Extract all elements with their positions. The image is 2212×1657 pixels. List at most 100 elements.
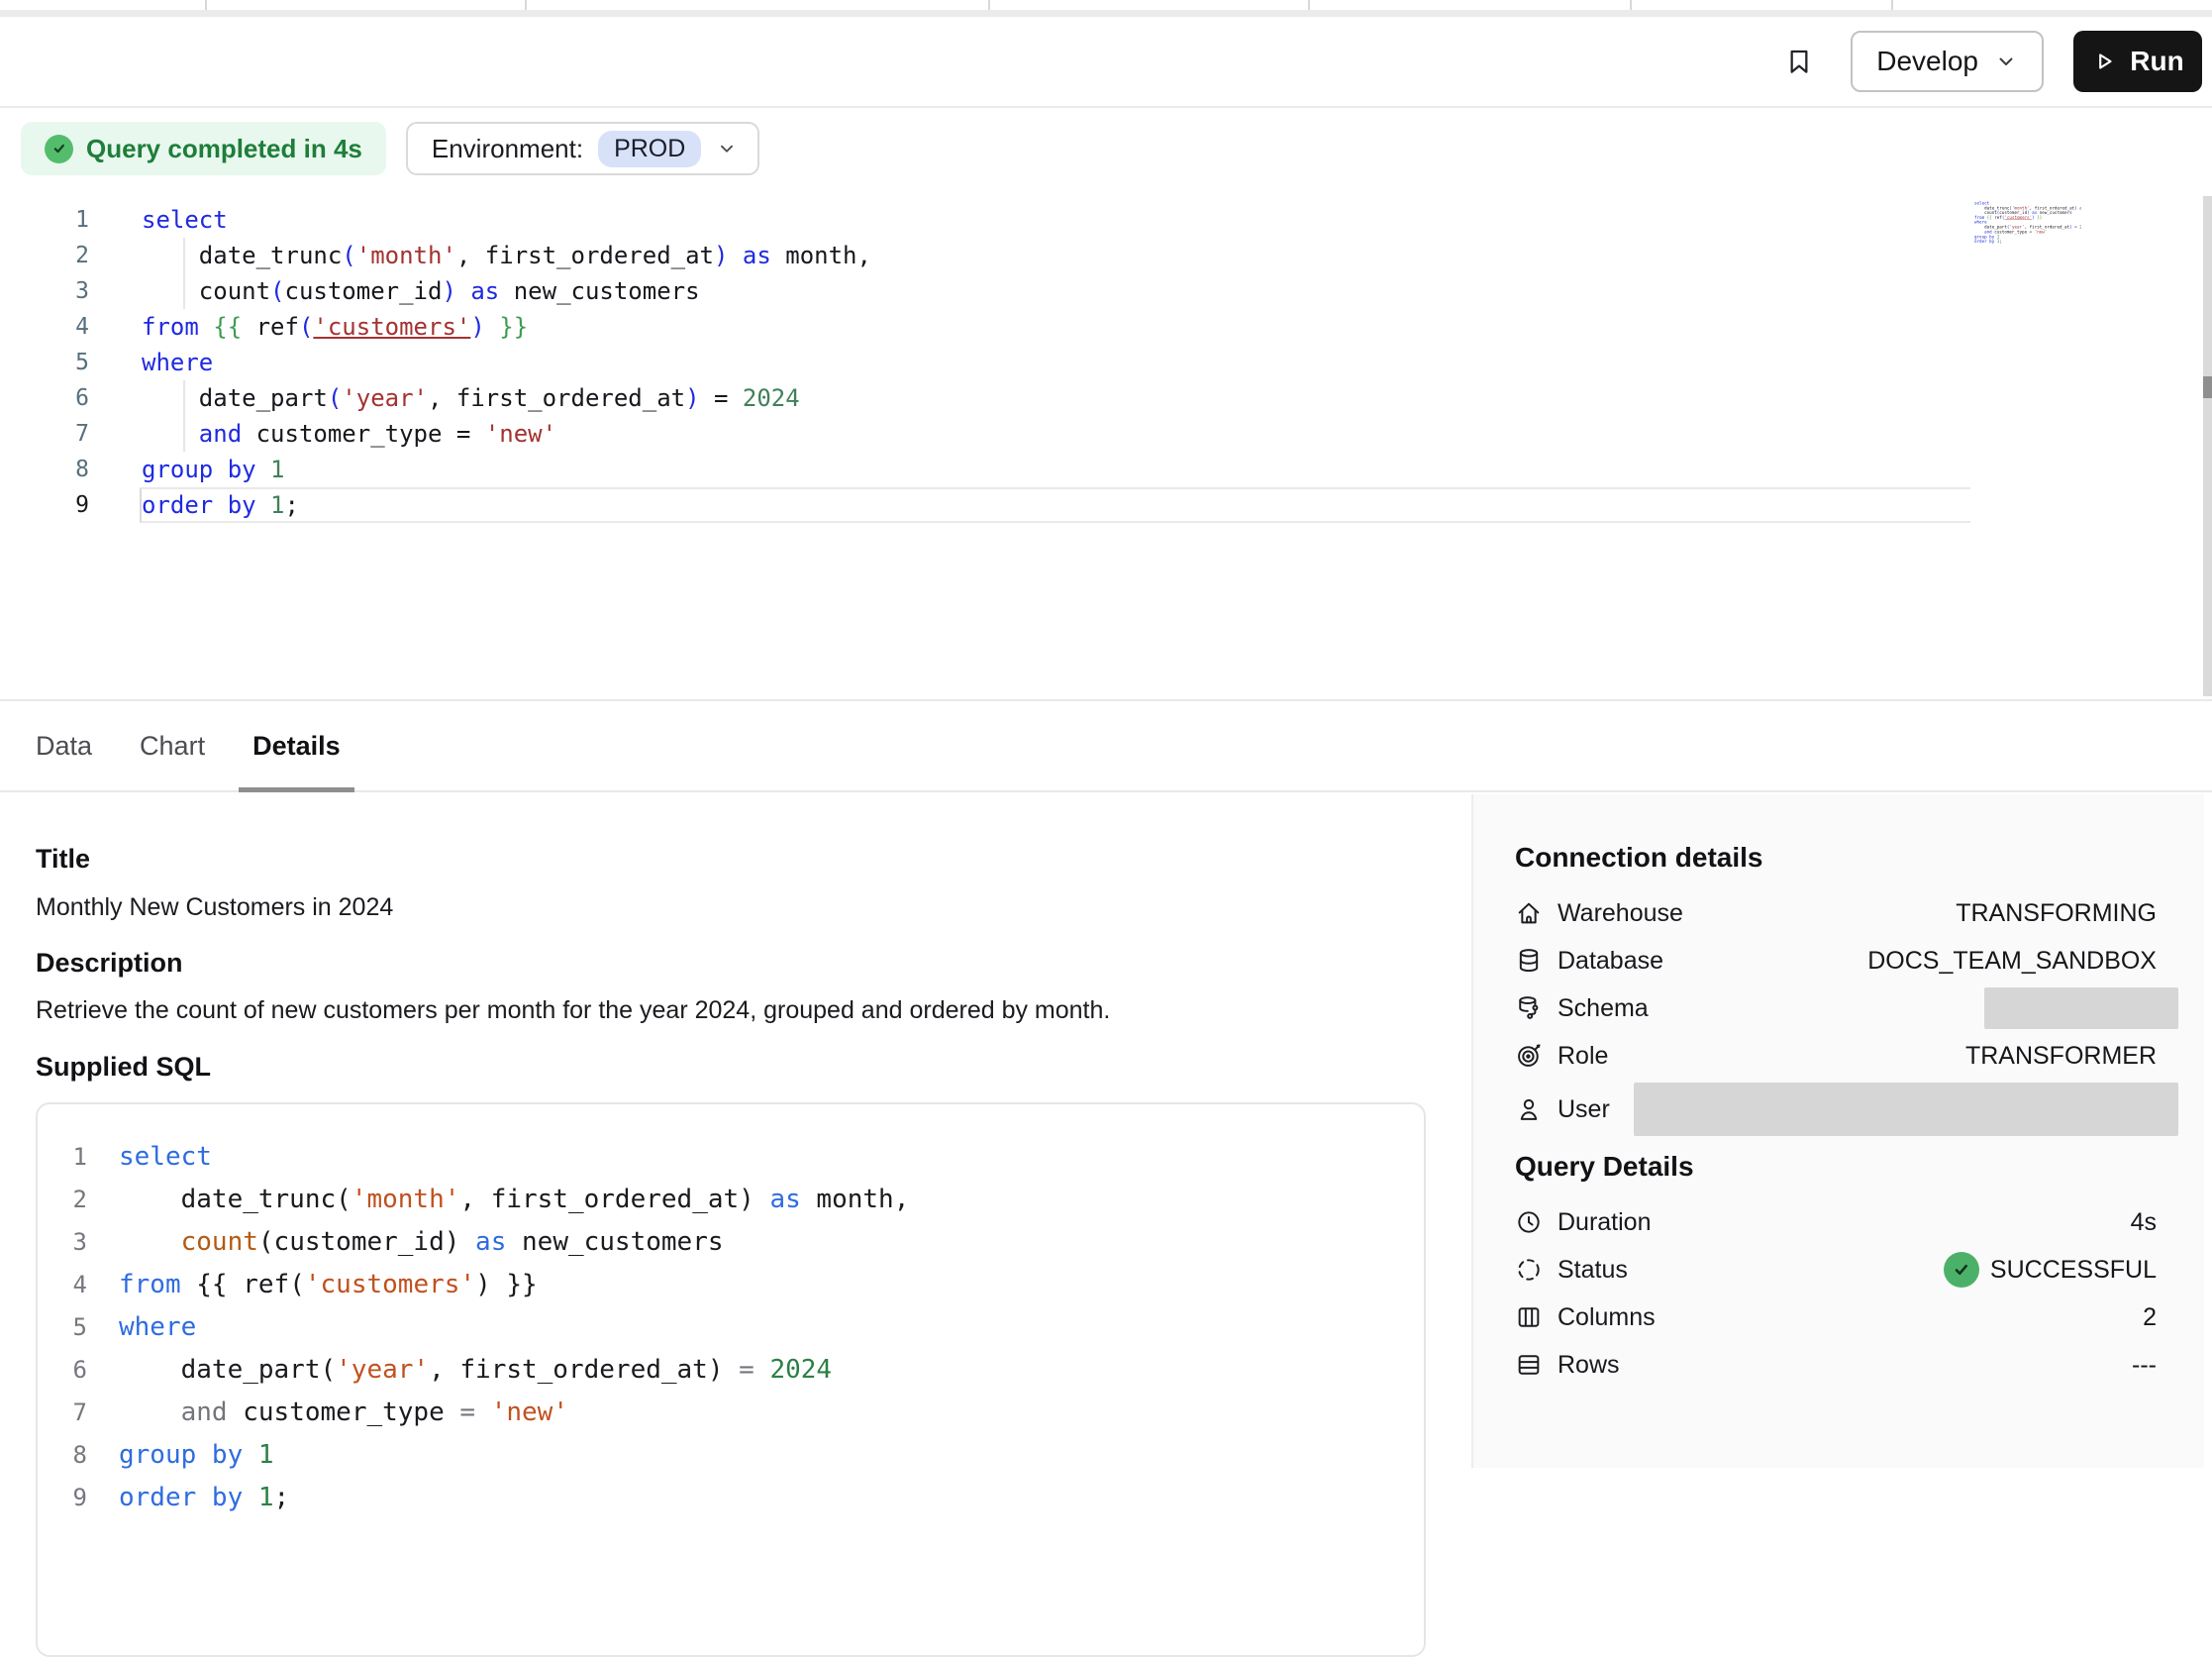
columns-icon bbox=[1515, 1303, 1543, 1331]
line-number: 7 bbox=[20, 416, 89, 452]
line-number: 6 bbox=[65, 1349, 87, 1392]
role-row: Role TRANSFORMER bbox=[1515, 1032, 2157, 1080]
line-number: 8 bbox=[20, 452, 89, 487]
supplied-sql-heading: Supplied SQL bbox=[36, 1052, 211, 1083]
query-details-heading: Query Details bbox=[1515, 1151, 1694, 1183]
warehouse-row: Warehouse TRANSFORMING bbox=[1515, 889, 2157, 937]
tab-divider bbox=[1308, 0, 1310, 10]
duration-label: Duration bbox=[1558, 1208, 1652, 1237]
play-icon bbox=[2091, 49, 2117, 74]
schema-row: Schema bbox=[1515, 984, 2157, 1032]
rows-row: Rows --- bbox=[1515, 1341, 2157, 1389]
line-number: 1 bbox=[65, 1136, 87, 1179]
query-metadata-pane: Title Monthly New Customers in 2024 Desc… bbox=[36, 794, 1426, 1468]
role-value: TRANSFORMER bbox=[1965, 1042, 2157, 1071]
supplied-sql-code-block: 1select2 date_trunc('month', first_order… bbox=[36, 1102, 1426, 1657]
editor-minimap[interactable]: select date_trunc('month', first_ordered… bbox=[1974, 201, 2081, 253]
bookmark-icon bbox=[1783, 43, 1815, 80]
tab-divider bbox=[205, 0, 207, 10]
schema-value-redacted bbox=[1984, 987, 2178, 1029]
editor-code-area[interactable]: 1select2 date_trunc('month', first_order… bbox=[20, 202, 2000, 523]
warehouse-value: TRANSFORMING bbox=[1956, 899, 2157, 928]
line-number: 8 bbox=[65, 1434, 87, 1477]
code-line-7: 7 and customer_type = 'new' bbox=[20, 416, 2000, 452]
code-line-9: 9order by 1; bbox=[65, 1477, 1424, 1519]
editor-scrollbar[interactable] bbox=[2203, 196, 2212, 696]
line-number: 4 bbox=[20, 309, 89, 345]
line-number: 1 bbox=[20, 202, 89, 238]
connection-details-heading: Connection details bbox=[1515, 842, 1762, 874]
line-number: 3 bbox=[65, 1221, 87, 1264]
run-label: Run bbox=[2130, 46, 2183, 77]
code-line-6: 6 date_part('year', first_ordered_at) = … bbox=[65, 1349, 1424, 1392]
user-icon bbox=[1515, 1095, 1543, 1123]
columns-row: Columns 2 bbox=[1515, 1294, 2157, 1341]
details-panel: Title Monthly New Customers in 2024 Desc… bbox=[0, 794, 2212, 1468]
line-number: 6 bbox=[20, 380, 89, 416]
develop-label: Develop bbox=[1876, 46, 1978, 77]
columns-value: 2 bbox=[2143, 1303, 2157, 1332]
code-line-9: order by 1; bbox=[1974, 240, 2081, 245]
code-line-1: 1select bbox=[65, 1136, 1424, 1179]
code-line-3: 3 count(customer_id) as new_customers bbox=[65, 1221, 1424, 1264]
database-value: DOCS_TEAM_SANDBOX bbox=[1867, 947, 2157, 976]
tab-divider bbox=[525, 0, 527, 10]
scrollbar-thumb[interactable] bbox=[2203, 376, 2212, 398]
line-number: 2 bbox=[65, 1179, 87, 1221]
rows-label: Rows bbox=[1558, 1351, 1620, 1380]
role-target-icon bbox=[1515, 1042, 1543, 1070]
code-line-6: 6 date_part('year', first_ordered_at) = … bbox=[20, 380, 2000, 416]
code-line-8: 8group by 1 bbox=[20, 452, 2000, 487]
success-check-icon bbox=[1944, 1252, 1979, 1288]
tab-details[interactable]: Details bbox=[252, 701, 341, 790]
title-heading: Title bbox=[36, 844, 90, 875]
tab-divider bbox=[1891, 0, 1893, 10]
status-row: Query completed in 4s Environment: PROD bbox=[21, 122, 759, 175]
schema-label: Schema bbox=[1558, 994, 1649, 1023]
chevron-down-icon bbox=[1994, 50, 2018, 73]
line-number: 2 bbox=[20, 238, 89, 273]
description-value: Retrieve the count of new customers per … bbox=[36, 996, 1110, 1025]
code-line-1: 1select bbox=[20, 202, 2000, 238]
status-label: Status bbox=[1558, 1256, 1628, 1285]
environment-dropdown[interactable]: Environment: PROD bbox=[406, 122, 759, 175]
columns-label: Columns bbox=[1558, 1303, 1656, 1332]
line-number: 7 bbox=[65, 1392, 87, 1434]
code-line-9: 9order by 1; bbox=[20, 487, 2000, 523]
database-row: Database DOCS_TEAM_SANDBOX bbox=[1515, 937, 2157, 984]
tab-divider bbox=[988, 0, 990, 10]
title-value: Monthly New Customers in 2024 bbox=[36, 893, 393, 922]
code-line-2: 2 date_trunc('month', first_ordered_at) … bbox=[20, 238, 2000, 273]
develop-dropdown-button[interactable]: Develop bbox=[1851, 31, 2044, 92]
query-status-text: Query completed in 4s bbox=[86, 134, 362, 164]
schema-icon bbox=[1515, 994, 1543, 1022]
database-label: Database bbox=[1558, 947, 1663, 976]
tab-chart[interactable]: Chart bbox=[140, 701, 205, 790]
chevron-down-icon bbox=[716, 138, 738, 159]
line-number: 9 bbox=[65, 1477, 87, 1519]
duration-value: 4s bbox=[2131, 1208, 2157, 1237]
duration-row: Duration 4s bbox=[1515, 1198, 2157, 1246]
sql-editor[interactable]: 1select2 date_trunc('month', first_order… bbox=[0, 194, 2212, 697]
header-toolbar: Develop Run bbox=[0, 17, 2212, 108]
bookmark-button[interactable] bbox=[1777, 38, 1821, 85]
line-number: 4 bbox=[65, 1264, 87, 1306]
connection-details-panel: Connection details Warehouse TRANSFORMIN… bbox=[1471, 794, 2204, 1468]
tab-data[interactable]: Data bbox=[36, 701, 92, 790]
line-number: 5 bbox=[20, 345, 89, 380]
code-line-3: 3 count(customer_id) as new_customers bbox=[20, 273, 2000, 309]
status-value: SUCCESSFUL bbox=[1990, 1256, 2157, 1285]
code-line-2: 2 date_trunc('month', first_ordered_at) … bbox=[65, 1179, 1424, 1221]
query-status-pill: Query completed in 4s bbox=[21, 122, 386, 175]
line-number: 5 bbox=[65, 1306, 87, 1349]
tab-divider bbox=[1630, 0, 1632, 10]
warehouse-icon bbox=[1515, 899, 1543, 927]
code-line-7: 7 and customer_type = 'new' bbox=[65, 1392, 1424, 1434]
run-button[interactable]: Run bbox=[2073, 31, 2202, 92]
check-circle-icon bbox=[45, 135, 73, 163]
role-label: Role bbox=[1558, 1042, 1608, 1071]
rows-icon bbox=[1515, 1351, 1543, 1379]
status-dashed-circle-icon bbox=[1515, 1256, 1543, 1284]
environment-value-chip: PROD bbox=[598, 131, 701, 167]
description-heading: Description bbox=[36, 948, 183, 979]
